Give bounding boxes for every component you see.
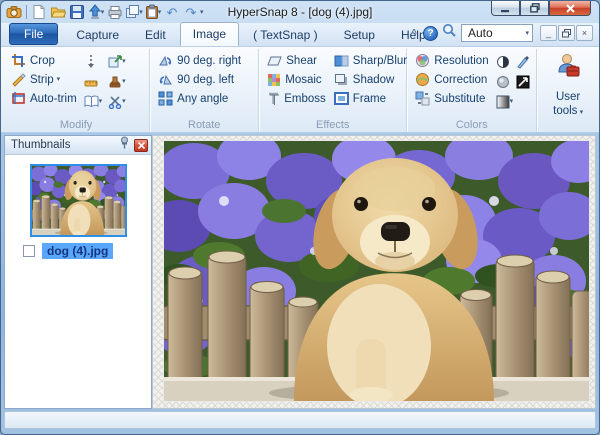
thumbnails-panel-title: Thumbnails	[11, 139, 119, 151]
document-restore-button[interactable]	[558, 25, 575, 41]
chevron-down-icon: ▾	[510, 98, 514, 105]
chevron-down-icon: ▾	[122, 58, 126, 65]
document-window-controls: _ ×	[540, 25, 593, 41]
thumbnail-caption-row: dog (4).jpg	[23, 243, 151, 259]
ribbon-group-rotate: 90 deg. right 90 deg. left Any angle Rot…	[150, 49, 259, 132]
content-area: Thumbnails dog (4).jpg	[1, 134, 599, 410]
chevron-down-icon[interactable]: ▾	[158, 9, 162, 16]
color-pen-icon[interactable]	[515, 53, 531, 70]
chevron-down-icon: ▾	[57, 76, 61, 83]
auto-trim-button[interactable]: Auto-trim	[9, 89, 79, 108]
print-icon[interactable]	[106, 3, 124, 21]
shear-button[interactable]: Shear	[265, 51, 328, 70]
ribbon-tab-bar: File Capture Edit Image ( TextSnap ) Set…	[1, 23, 599, 47]
tab-setup[interactable]: Setup	[332, 24, 387, 46]
status-bar	[4, 411, 596, 429]
mosaic-button[interactable]: Mosaic	[265, 70, 328, 89]
rotate-left-button[interactable]: 90 deg. left	[156, 70, 243, 89]
save-icon[interactable]	[68, 3, 86, 21]
qat-separator	[26, 5, 27, 19]
stamp-icon[interactable]: ▾	[107, 73, 127, 90]
window-title: HyperSnap 8 - [dog (4).jpg]	[228, 5, 373, 19]
crop-button[interactable]: Crop	[9, 51, 79, 70]
gradient-icon[interactable]: ▾	[495, 93, 531, 110]
ribbon-group-user-tools: User tools ▾	[537, 49, 599, 132]
frame-button[interactable]: Frame	[332, 89, 409, 108]
chevron-down-icon[interactable]: ▾	[139, 9, 143, 16]
scissors-icon[interactable]: ▾	[107, 93, 127, 110]
chevron-down-icon: ▾	[580, 109, 584, 116]
correction-button[interactable]: Correction	[413, 70, 490, 89]
chevron-down-icon: ▾	[122, 78, 126, 85]
panel-close-icon[interactable]	[134, 139, 148, 152]
tab-file[interactable]: File	[9, 23, 58, 45]
close-button[interactable]	[549, 1, 591, 16]
scale-icon[interactable]	[83, 73, 104, 90]
group-label-effects: Effects	[259, 119, 406, 131]
chevron-down-icon: ▾	[99, 98, 103, 105]
rotate-any-angle-button[interactable]: Any angle	[156, 89, 243, 108]
document-close-button[interactable]: ×	[576, 25, 593, 41]
ribbon: Crop Strip ▾ Auto-trim ▾ ▾ ▾ ▾	[1, 47, 599, 133]
chevron-down-icon: ▾	[122, 98, 126, 105]
new-file-icon[interactable]	[30, 3, 48, 21]
thumbnail-checkbox[interactable]	[23, 245, 35, 257]
emboss-button[interactable]: Emboss	[265, 89, 328, 108]
tab-bar-right-cluster: ^ ? Auto ▾ _ ×	[409, 23, 593, 43]
brightness-icon[interactable]	[495, 73, 511, 90]
ribbon-group-effects: Shear Mosaic Emboss Sharp/Blur	[259, 49, 407, 132]
thumbnail-item[interactable]	[30, 164, 127, 237]
ribbon-group-colors: Resolution Correction Substitute ▾ Color…	[407, 49, 537, 132]
document-image[interactable]	[164, 141, 589, 401]
ribbon-group-modify: Crop Strip ▾ Auto-trim ▾ ▾ ▾ ▾	[3, 49, 150, 132]
qat-overflow-icon[interactable]: ▾	[200, 9, 204, 16]
shadow-button[interactable]: Shadow	[332, 70, 409, 89]
window-controls	[491, 1, 591, 16]
restore-button[interactable]	[520, 1, 549, 16]
app-window: ▾ ▾ ▾ ↶ ↷ ▾ HyperSnap 8 - [dog (4).jpg] …	[0, 0, 600, 435]
tab-edit[interactable]: Edit	[133, 24, 178, 46]
pin-icon[interactable]	[119, 136, 130, 154]
thumbnails-panel-header: Thumbnails	[5, 136, 151, 155]
document-minimize-button[interactable]: _	[540, 25, 557, 41]
user-tools-button[interactable]: User tools ▾	[545, 90, 591, 119]
help-icon[interactable]: ?	[423, 26, 438, 41]
quick-access-toolbar: ▾ ▾ ▾ ↶ ↷ ▾	[1, 3, 204, 21]
copy-window-icon[interactable]: ▾	[125, 3, 143, 21]
substitute-button[interactable]: Substitute	[413, 89, 490, 108]
pages-icon[interactable]: ▾	[83, 93, 104, 110]
invert-icon[interactable]	[515, 73, 531, 90]
redo-icon[interactable]: ↷	[182, 3, 200, 21]
chevron-down-icon[interactable]: ▾	[101, 9, 105, 16]
tab-textsnap[interactable]: ( TextSnap )	[241, 24, 329, 46]
zoom-level-value: Auto	[468, 26, 526, 40]
image-canvas	[152, 135, 596, 409]
sharp-blur-button[interactable]: Sharp/Blur	[332, 51, 409, 70]
contrast-icon[interactable]	[495, 53, 511, 70]
measure-icon[interactable]	[83, 53, 104, 70]
minimize-button[interactable]	[491, 1, 520, 16]
tab-image[interactable]: Image	[180, 22, 239, 46]
rotate-right-button[interactable]: 90 deg. right	[156, 51, 243, 70]
tab-capture[interactable]: Capture	[64, 24, 131, 46]
group-label-rotate: Rotate	[150, 119, 258, 131]
group-label-colors: Colors	[407, 119, 536, 131]
resolution-button[interactable]: Resolution	[413, 51, 490, 70]
capture-upload-icon[interactable]: ▾	[87, 3, 105, 21]
title-bar: ▾ ▾ ▾ ↶ ↷ ▾ HyperSnap 8 - [dog (4).jpg]	[1, 1, 599, 23]
open-folder-icon[interactable]	[49, 3, 67, 21]
thumbnails-panel: Thumbnails dog (4).jpg	[4, 135, 152, 409]
strip-button[interactable]: Strip ▾	[9, 70, 79, 89]
zoom-level-combobox[interactable]: Auto ▾	[461, 24, 533, 42]
group-label-modify: Modify	[3, 119, 149, 131]
user-tools-icon[interactable]	[555, 52, 581, 83]
send-to-icon[interactable]: ▾	[107, 53, 127, 70]
zoom-magnifier-icon[interactable]	[442, 23, 457, 43]
chevron-down-icon: ▾	[525, 30, 529, 37]
collapse-ribbon-icon[interactable]: ^	[409, 28, 419, 39]
undo-icon[interactable]: ↶	[163, 3, 181, 21]
app-camera-icon[interactable]	[5, 3, 23, 21]
thumbnail-filename[interactable]: dog (4).jpg	[42, 243, 113, 259]
paste-clipboard-icon[interactable]: ▾	[144, 3, 162, 21]
